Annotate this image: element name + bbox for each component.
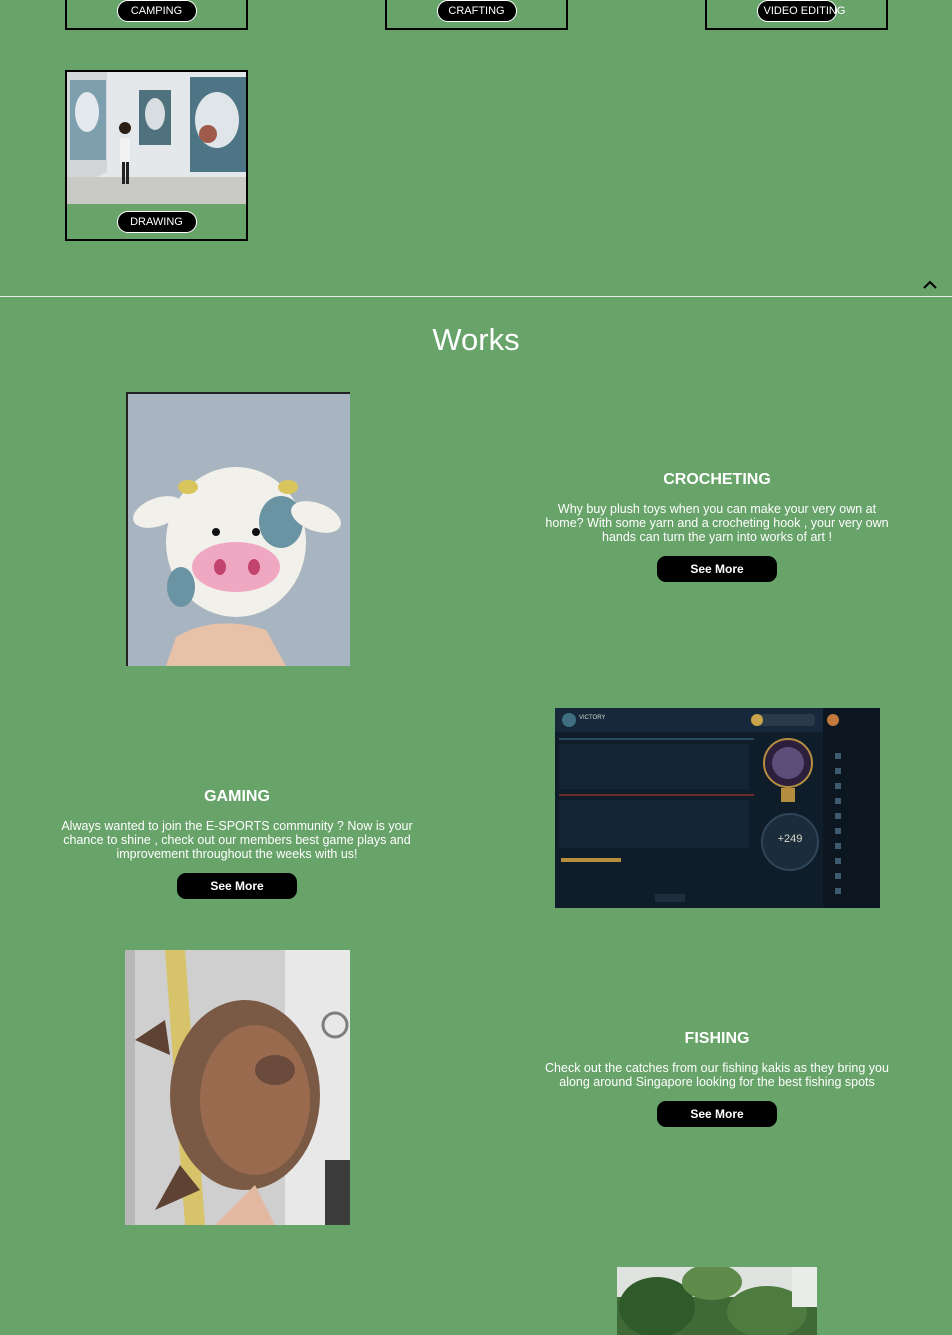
- category-card-drawing[interactable]: DRAWING: [65, 70, 248, 241]
- gaming-see-more-button[interactable]: See More: [177, 873, 297, 899]
- game-score: +249: [778, 833, 803, 845]
- section-divider: [0, 296, 952, 297]
- gaming-heading: GAMING: [204, 788, 270, 805]
- gaming-image: +249 VICTORY: [555, 708, 880, 908]
- works-title: Works: [432, 322, 520, 357]
- camping-button[interactable]: CAMPING: [116, 0, 197, 22]
- crocheting-description: Why buy plush toys when you can make you…: [545, 502, 889, 544]
- category-card-crafting[interactable]: CRAFTING: [385, 0, 568, 30]
- chevron-up-icon[interactable]: [922, 278, 938, 290]
- video-editing-button[interactable]: VIDEO EDITING: [756, 0, 845, 22]
- fishing-image: [125, 950, 350, 1225]
- crocheting-see-more-button[interactable]: See More: [657, 556, 777, 582]
- fishing-see-more-button[interactable]: See More: [657, 1101, 777, 1127]
- crafting-button[interactable]: CRAFTING: [436, 0, 517, 22]
- category-card-video-editing[interactable]: VIDEO EDITING: [705, 0, 888, 30]
- drawing-button[interactable]: DRAWING: [116, 211, 197, 233]
- game-banner: VICTORY: [579, 715, 605, 721]
- fishing-heading: FISHING: [684, 1030, 750, 1047]
- gaming-description: Always wanted to join the E-SPORTS commu…: [61, 819, 413, 861]
- garden-image: [617, 1267, 817, 1335]
- crocheting-heading: CROCHETING: [663, 471, 771, 488]
- crochet-image: [126, 392, 350, 666]
- fishing-description: Check out the catches from our fishing k…: [545, 1061, 889, 1089]
- category-card-camping[interactable]: CAMPING: [65, 0, 248, 30]
- drawing-image: [67, 72, 246, 204]
